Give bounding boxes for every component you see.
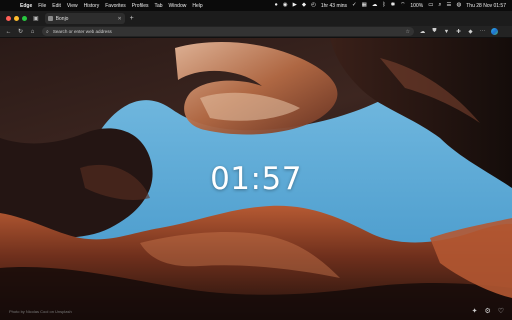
new-tab-button[interactable]: + xyxy=(130,15,134,22)
tab-close-icon[interactable]: ✕ xyxy=(117,16,121,22)
address-bar[interactable]: ⌕ Search or enter web address ☆ xyxy=(42,27,414,36)
more-icon[interactable]: ⋯ xyxy=(479,29,486,35)
menu-file[interactable]: File xyxy=(38,3,46,9)
clock-display: 01:57 xyxy=(210,161,302,197)
address-placeholder: Search or enter web address xyxy=(52,29,112,34)
address-search-icon: ⌕ xyxy=(46,28,49,35)
extension-puzzle-icon[interactable]: ✚ xyxy=(455,29,462,35)
menu-history[interactable]: History xyxy=(84,3,100,9)
extension-shield-icon[interactable]: ⛊ xyxy=(431,28,438,35)
photo-credit[interactable]: Photo by Nicolas Cool on Unsplash xyxy=(9,309,72,314)
siri-icon[interactable]: ◍ xyxy=(456,2,461,9)
edge-copilot-icon[interactable] xyxy=(491,28,498,35)
settings-icon[interactable]: ✱ xyxy=(391,2,396,9)
tab-bonjo[interactable]: Bonjo ✕ xyxy=(44,13,125,24)
battery-percent[interactable]: 100% xyxy=(410,3,423,9)
tab-title: Bonjo xyxy=(55,15,69,22)
grid-icon[interactable]: ▦ xyxy=(362,2,367,9)
timer-text[interactable]: 1hr 43 mins xyxy=(321,3,347,9)
play-icon[interactable]: ▶ xyxy=(293,2,297,9)
extension-v-icon[interactable]: ▼ xyxy=(443,29,450,35)
datetime[interactable]: Thu 28 Nov 01:57 xyxy=(466,3,506,9)
menu-tab[interactable]: Tab xyxy=(154,3,162,9)
window-controls xyxy=(6,16,27,21)
check-circle-icon[interactable]: ✓ xyxy=(352,2,357,9)
menu-app-name[interactable]: Edge xyxy=(20,3,32,9)
dropbox-icon[interactable]: ◆ xyxy=(302,2,306,9)
favorite-star-icon[interactable]: ☆ xyxy=(406,29,410,35)
new-tab-page: 01:57 Photo by Nicolas Cool on Unsplash … xyxy=(0,38,512,320)
extension-cloud-icon[interactable]: ☁ xyxy=(419,29,426,35)
menu-profiles[interactable]: Profiles xyxy=(132,3,149,9)
sidebar-toggle-icon[interactable]: ▣ xyxy=(33,15,39,22)
menu-favorites[interactable]: Favorites xyxy=(105,3,126,9)
menu-window[interactable]: Window xyxy=(169,3,187,9)
zoom-window-button[interactable] xyxy=(22,16,27,21)
back-icon[interactable]: ← xyxy=(5,29,12,35)
control-center-icon[interactable]: ☰ xyxy=(447,2,452,9)
cloud-icon[interactable]: ☁ xyxy=(372,2,378,9)
menu-bar: Edge File Edit View History Favorites Pr… xyxy=(0,0,512,11)
circle-icon[interactable]: ◉ xyxy=(283,2,288,9)
battery-icon[interactable]: ▭ xyxy=(428,2,433,9)
menu-edit[interactable]: Edit xyxy=(52,3,61,9)
heart-icon[interactable]: ♡ xyxy=(498,307,504,315)
sparkle-icon[interactable]: ✦ xyxy=(472,307,478,315)
menu-view[interactable]: View xyxy=(67,3,78,9)
status-area: ● ◉ ▶ ◆ ◴ 1hr 43 mins ✓ ▦ ☁ ᛒ ✱ ⌔ 100% ▭… xyxy=(274,2,506,9)
extension-gem-icon[interactable]: ◆ xyxy=(467,29,474,35)
bluetooth-icon[interactable]: ᛒ xyxy=(382,2,385,9)
close-window-button[interactable] xyxy=(6,16,11,21)
tab-strip: ▣ Bonjo ✕ + xyxy=(0,11,512,26)
wifi-icon[interactable]: ⌔ xyxy=(400,2,405,9)
search-icon[interactable]: ⌕ xyxy=(438,2,441,9)
bottom-actions: ✦ ⚙ ♡ xyxy=(472,307,504,315)
timer-icon[interactable]: ◴ xyxy=(311,2,316,9)
toolbar: ← ↻ ⌂ ⌕ Search or enter web address ☆ ☁ … xyxy=(0,26,512,38)
settings-gear-icon[interactable]: ⚙ xyxy=(484,307,490,315)
minimize-window-button[interactable] xyxy=(14,16,19,21)
refresh-icon[interactable]: ↻ xyxy=(17,28,24,35)
menu-help[interactable]: Help xyxy=(192,3,202,9)
home-icon[interactable]: ⌂ xyxy=(29,29,36,35)
tab-favicon xyxy=(47,16,53,21)
record-icon[interactable]: ● xyxy=(274,2,277,9)
